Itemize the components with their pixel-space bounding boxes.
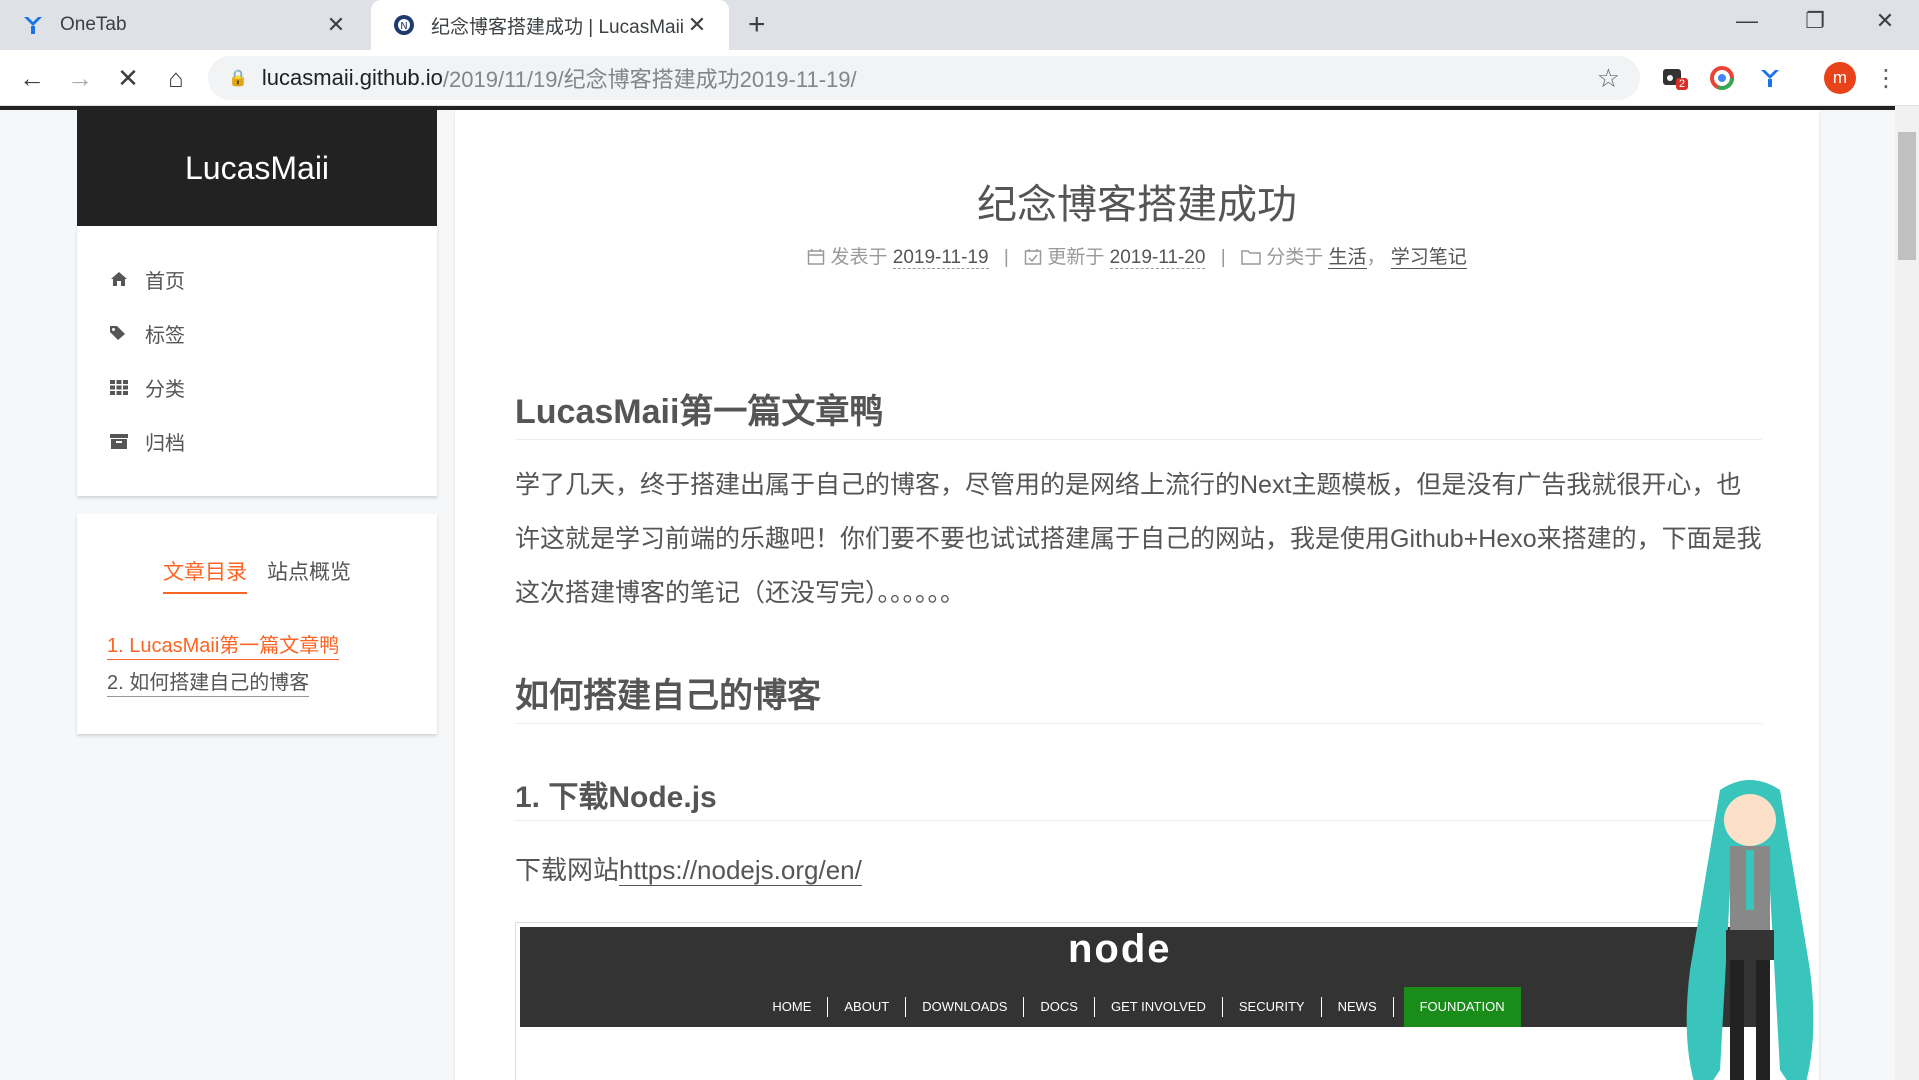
toc-list: 1. LucasMaii第一篇文章鸭 2. 如何搭建自己的博客 (107, 628, 340, 702)
archive-icon (109, 433, 129, 449)
minimize-icon[interactable]: — (1714, 0, 1780, 42)
nodejs-nav-item: GET INVOLVED (1095, 997, 1223, 1017)
tab-overview[interactable]: 站点概览 (267, 556, 351, 594)
nodejs-nav-item: DOCS (1024, 997, 1095, 1017)
nodejs-nav-item: HOME (756, 997, 829, 1017)
download-label: 下载网站 (515, 855, 620, 885)
onetab-icon (20, 12, 46, 38)
post-meta: 发表于 2019-11-19 | 更新于 2019-11-20 | 分类于 生活… (455, 242, 1819, 269)
calendar-icon (807, 247, 830, 268)
scrollbar-thumb[interactable] (1898, 132, 1916, 260)
toc-item[interactable]: 2. 如何搭建自己的博客 (107, 670, 310, 697)
close-icon[interactable]: ✕ (324, 12, 348, 38)
menu-item-tags[interactable]: 标签 (77, 306, 437, 360)
restore-icon[interactable]: ❐ (1782, 0, 1848, 42)
updated-date: 2019-11-20 (1109, 247, 1206, 269)
menu-item-categories[interactable]: 分类 (77, 360, 437, 414)
heading-3: 1. 下载Node.js (515, 772, 1762, 821)
nodejs-nav-item: DOWNLOADS (906, 997, 1025, 1017)
folder-icon (1241, 247, 1266, 268)
back-icon[interactable]: ← (16, 62, 48, 94)
site-menu: 首页 标签 分类 归档 (77, 226, 437, 496)
menu-item-archive[interactable]: 归档 (77, 414, 437, 468)
chrome-extension-icon[interactable] (1708, 64, 1736, 92)
nodejs-nav-item: SECURITY (1223, 997, 1322, 1017)
home-icon (109, 271, 129, 287)
menu-label: 标签 (145, 324, 185, 347)
forward-icon[interactable]: → (64, 62, 96, 94)
menu-label: 首页 (145, 270, 185, 293)
extension-icon[interactable]: 2 (1660, 64, 1689, 92)
tab-title: 纪念博客搭建成功 | LucasMaii (431, 16, 685, 38)
menu-label: 归档 (145, 432, 185, 455)
menu-dots-icon[interactable]: ⋮ (1872, 64, 1900, 92)
sidebar-panel: 文章目录 站点概览 1. LucasMaii第一篇文章鸭 2. 如何搭建自己的博… (77, 514, 437, 734)
menu-item-home[interactable]: 首页 (77, 252, 437, 306)
close-icon[interactable]: ✕ (685, 12, 709, 38)
download-line: 下载网站https://nodejs.org/en/ (515, 850, 862, 887)
tags-icon (109, 325, 129, 341)
site-brand[interactable]: LucasMaii (77, 110, 437, 226)
tab-onetab[interactable]: OneTab ✕ (0, 0, 368, 50)
posted-date: 2019-11-19 (892, 247, 989, 269)
tab-blog[interactable]: N 纪念博客搭建成功 | LucasMaii ✕ (371, 0, 729, 50)
extension-badge: 2 (1676, 78, 1689, 90)
tab-bar: OneTab ✕ N 纪念博客搭建成功 | LucasMaii ✕ + — ❐ … (0, 0, 1919, 50)
nodejs-nav-item: ABOUT (828, 997, 907, 1017)
category-link[interactable]: 学习笔记 (1390, 247, 1467, 269)
site-favicon: N (391, 12, 417, 38)
category-link[interactable]: 生活 (1328, 247, 1367, 269)
toc-item[interactable]: 1. LucasMaii第一篇文章鸭 (107, 633, 340, 660)
nodejs-logo: node (1068, 927, 1172, 971)
url-path: /2019/11/19/纪念博客搭建成功2019-11-19/ (442, 67, 857, 92)
home-icon[interactable]: ⌂ (160, 62, 192, 94)
nodejs-screenshot: node HOME ABOUT DOWNLOADS DOCS GET INVOL… (515, 922, 1762, 1080)
bookmark-star-icon[interactable]: ☆ (1597, 63, 1620, 94)
page: LucasMaii 首页 标签 分类 归档 文章目录 站点概览 1. Lucas… (0, 110, 1895, 1080)
posted-label: 发表于 (830, 247, 888, 268)
calendar-check-icon (1024, 247, 1047, 268)
stop-icon[interactable]: ✕ (112, 62, 144, 94)
post-paragraph: 学了几天，终于搭建出属于自己的博客，尽管用的是网络上流行的Next主题模板，但是… (515, 471, 1762, 607)
nodejs-nav: HOME ABOUT DOWNLOADS DOCS GET INVOLVED S… (520, 987, 1757, 1027)
url-host: lucasmaii.github.io (261, 65, 443, 90)
heading-1: LucasMaii第一篇文章鸭 (515, 384, 1762, 440)
menu-label: 分类 (145, 378, 185, 401)
close-window-icon[interactable]: ✕ (1852, 0, 1918, 42)
tab-toc[interactable]: 文章目录 (163, 556, 247, 594)
grid-icon (109, 379, 129, 395)
new-tab-icon[interactable]: + (748, 10, 766, 40)
mascot-figure[interactable] (1660, 770, 1840, 1080)
category-label: 分类于 (1266, 247, 1324, 268)
lock-icon: 🔒 (228, 70, 248, 87)
nodejs-header: node HOME ABOUT DOWNLOADS DOCS GET INVOL… (520, 927, 1757, 1027)
browser-toolbar: ← → ✕ ⌂ 🔒 lucasmaii.github.io /2019/11/1… (0, 50, 1919, 106)
updated-label: 更新于 (1047, 247, 1105, 268)
address-bar[interactable]: 🔒 lucasmaii.github.io /2019/11/19/纪念博客搭建… (208, 56, 1640, 100)
post-title: 纪念博客搭建成功 (977, 183, 1297, 227)
heading-2: 如何搭建自己的博客 (515, 668, 1762, 724)
tab-title: OneTab (60, 14, 127, 35)
download-link[interactable]: https://nodejs.org/en/ (619, 855, 862, 886)
onetab-extension-icon[interactable] (1756, 64, 1784, 92)
svg-text:N: N (400, 21, 407, 32)
profile-avatar[interactable]: m (1824, 62, 1856, 94)
nodejs-nav-foundation: FOUNDATION (1403, 987, 1521, 1027)
post-block: 纪念博客搭建成功 发表于 2019-11-19 | 更新于 2019-11-20… (455, 110, 1819, 1080)
nodejs-nav-item: NEWS (1322, 997, 1394, 1017)
